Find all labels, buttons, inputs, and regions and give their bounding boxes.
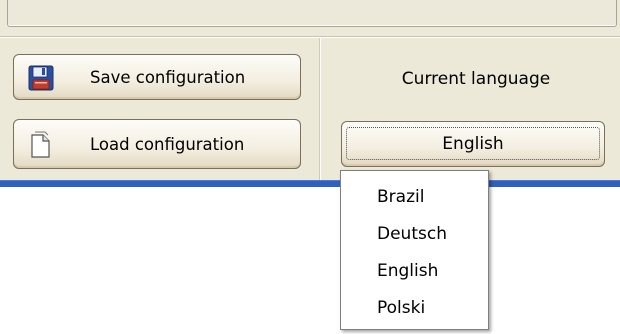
top-group-box xyxy=(7,0,617,27)
load-configuration-button[interactable]: Load configuration xyxy=(13,119,301,169)
document-icon xyxy=(28,131,54,163)
accent-bar xyxy=(0,180,620,187)
current-language-label: Current language xyxy=(401,69,551,89)
language-dropdown-list: Brazil Deutsch English Polski xyxy=(340,170,489,330)
vertical-divider xyxy=(319,38,321,180)
save-configuration-button[interactable]: Save configuration xyxy=(13,54,301,100)
language-select[interactable]: English xyxy=(341,121,605,167)
load-configuration-label: Load configuration xyxy=(90,135,245,154)
language-option-english[interactable]: English xyxy=(341,253,488,290)
configuration-panel: Save configuration Load configuration Cu… xyxy=(0,0,620,187)
language-option-polski[interactable]: Polski xyxy=(341,290,488,327)
save-configuration-label: Save configuration xyxy=(90,68,246,87)
floppy-disk-icon xyxy=(28,65,54,95)
horizontal-divider xyxy=(0,36,620,38)
language-option-brazil[interactable]: Brazil xyxy=(341,179,488,216)
language-option-deutsch[interactable]: Deutsch xyxy=(341,216,488,253)
language-select-value: English xyxy=(442,134,504,154)
